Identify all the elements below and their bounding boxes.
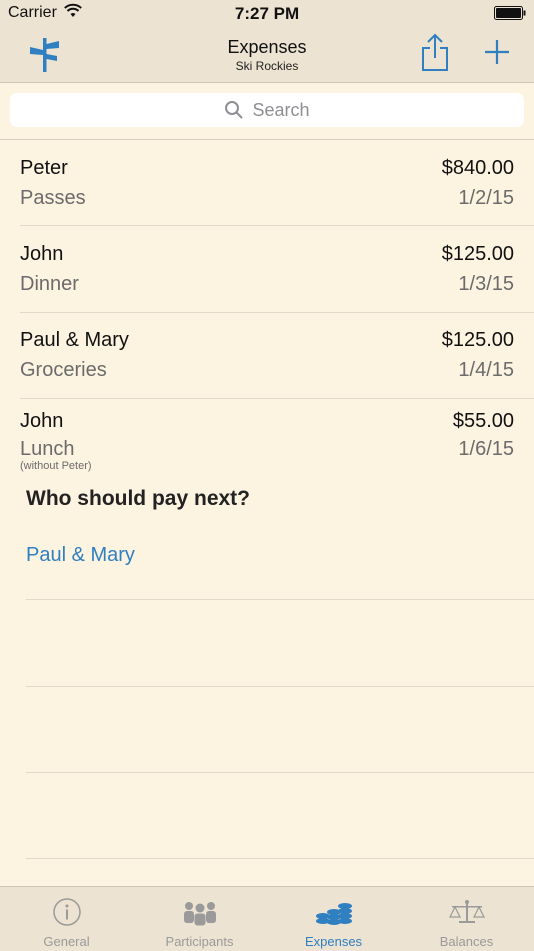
expense-description: Dinner — [20, 273, 79, 295]
status-bar: Carrier 7:27 PM — [0, 0, 534, 28]
navigation-bar: Expenses Ski Rockies — [0, 28, 534, 83]
expense-row[interactable]: Paul & Mary $125.00 Groceries 1/4/15 — [0, 313, 534, 399]
coins-icon — [267, 897, 400, 927]
expense-amount: $55.00 — [452, 410, 514, 432]
tab-general[interactable]: General — [0, 887, 133, 951]
expense-amount: $840.00 — [441, 157, 514, 179]
expense-description: Groceries — [20, 359, 107, 381]
expense-amount: $125.00 — [441, 329, 514, 351]
status-time: 7:27 PM — [234, 4, 300, 23]
empty-row-divider — [26, 686, 534, 687]
expense-payer: Peter — [20, 157, 68, 179]
expense-date: 1/6/15 — [458, 438, 514, 460]
expense-description: Passes — [20, 187, 86, 209]
share-button[interactable] — [420, 32, 450, 72]
tab-participants[interactable]: Participants — [133, 887, 266, 951]
page-subtitle: Ski Rockies — [235, 59, 299, 73]
tab-bar: General Participants Expenses Balances — [0, 886, 534, 951]
scale-icon — [400, 897, 533, 927]
battery-icon — [494, 6, 526, 20]
nav-titles: Expenses Ski Rockies — [0, 37, 534, 73]
expense-row[interactable]: Peter $840.00 Passes 1/2/15 — [0, 140, 534, 226]
row-divider — [20, 225, 534, 226]
tab-label: General — [43, 934, 90, 949]
page-title: Expenses — [227, 37, 307, 57]
tab-label: Expenses — [304, 934, 363, 949]
expense-note: (without Peter) — [20, 460, 92, 472]
tab-expenses[interactable]: Expenses — [267, 887, 400, 951]
people-icon — [133, 897, 266, 927]
next-payer-heading: Who should pay next? — [26, 487, 250, 510]
expense-date: 1/3/15 — [458, 273, 514, 295]
expense-date: 1/4/15 — [458, 359, 514, 381]
empty-row-divider — [26, 772, 534, 773]
search-placeholder: Search — [252, 99, 310, 120]
expense-row[interactable]: John $55.00 Lunch 1/6/15 (without Peter) — [0, 399, 534, 475]
add-expense-button[interactable] — [481, 36, 513, 68]
search-input[interactable]: Search — [10, 93, 524, 127]
expense-payer: Paul & Mary — [20, 329, 129, 351]
search-icon — [225, 101, 244, 119]
expense-row[interactable]: John $125.00 Dinner 1/3/15 — [0, 227, 534, 313]
expense-amount: $125.00 — [441, 243, 514, 265]
tab-label: Balances — [439, 934, 494, 949]
empty-row-divider — [26, 599, 534, 600]
empty-row-divider — [26, 858, 534, 859]
next-payer-suggestion[interactable]: Paul & Mary — [26, 544, 135, 567]
tab-balances[interactable]: Balances — [400, 887, 533, 951]
tab-label: Participants — [165, 934, 234, 949]
expense-description: Lunch — [20, 438, 75, 460]
info-icon — [0, 897, 133, 927]
expense-date: 1/2/15 — [458, 187, 514, 209]
expense-payer: John — [20, 243, 64, 265]
expense-payer: John — [20, 410, 64, 432]
search-bar: Search — [0, 83, 534, 140]
